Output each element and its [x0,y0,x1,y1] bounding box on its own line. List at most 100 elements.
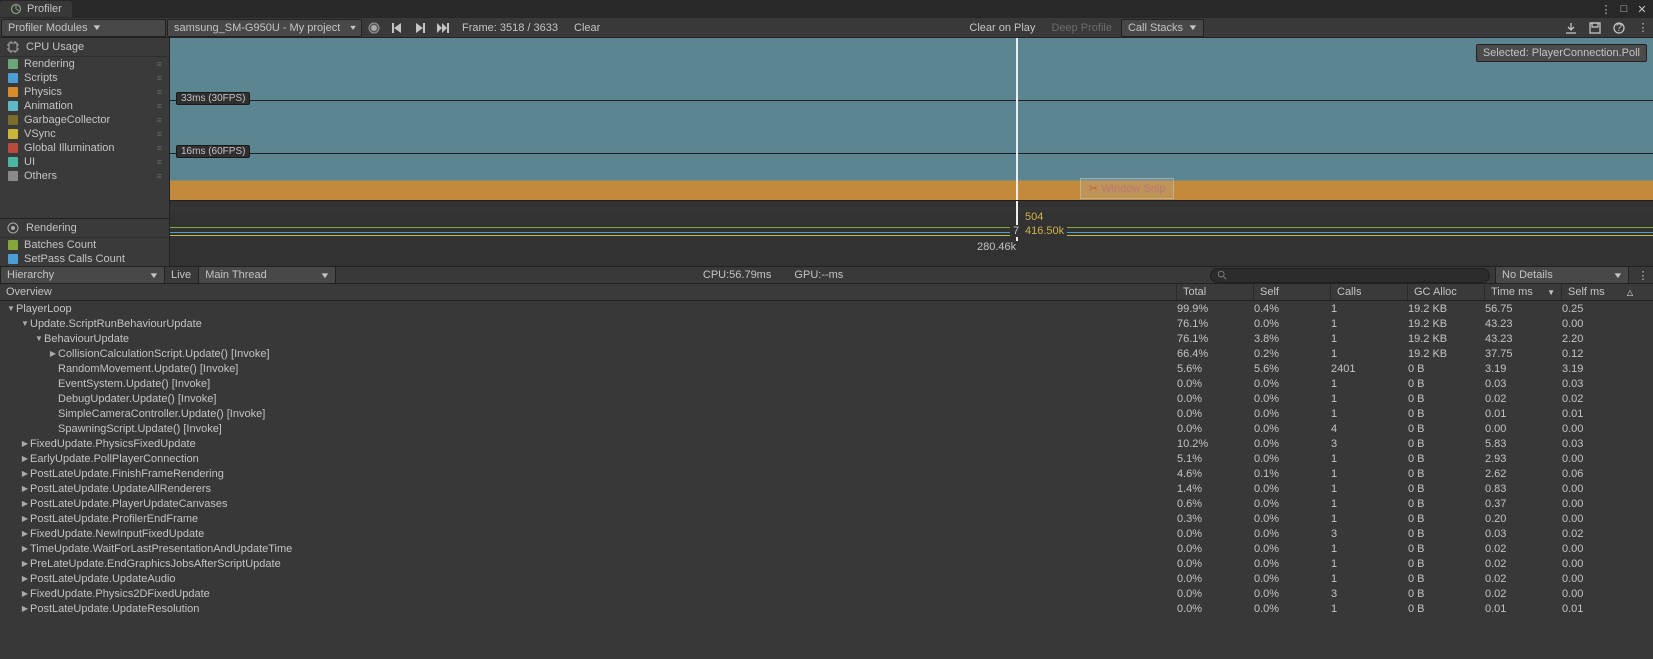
legend-others[interactable]: Others≡ [0,169,169,183]
rendering-module-header[interactable]: Rendering [0,218,169,238]
col-gcalloc[interactable]: GC Alloc [1408,284,1485,300]
thread-dropdown[interactable]: Main Thread▼ [198,266,336,284]
cell: 5.83 [1485,438,1562,450]
legend-ui[interactable]: UI≡ [0,155,169,169]
legend-garbagecollector[interactable]: GarbageCollector≡ [0,113,169,127]
table-row[interactable]: ▶PreLateUpdate.EndGraphicsJobsAfterScrip… [0,556,1653,571]
drag-handle-icon[interactable]: ≡ [157,157,161,167]
tab-profiler[interactable]: Profiler [0,1,72,17]
playhead[interactable] [1016,38,1018,200]
drag-handle-icon[interactable]: ≡ [157,87,161,97]
expand-arrow-icon[interactable]: ▶ [20,499,30,508]
legend-global-illumination[interactable]: Global Illumination≡ [0,141,169,155]
search-input[interactable] [1210,268,1490,283]
table-row[interactable]: ▶PostLateUpdate.ProfilerEndFrame0.3%0.0%… [0,511,1653,526]
clear-on-play-toggle[interactable]: Clear on Play [961,22,1043,34]
details-dropdown[interactable]: No Details▼ [1495,266,1629,284]
window-menu-icon[interactable]: ⋮ [1599,2,1613,16]
table-row[interactable]: SimpleCameraController.Update() [Invoke]… [0,406,1653,421]
table-row[interactable]: ▶PostLateUpdate.PlayerUpdateCanvases0.6%… [0,496,1653,511]
expand-arrow-icon[interactable]: ▶ [48,349,58,358]
table-row[interactable]: ▶FixedUpdate.Physics2DFixedUpdate0.0%0.0… [0,586,1653,601]
cell: 0.0% [1177,423,1254,435]
drag-handle-icon[interactable]: ≡ [157,129,161,139]
expand-arrow-icon[interactable]: ▶ [20,514,30,523]
load-icon[interactable] [1561,19,1581,37]
table-row[interactable]: ▼PlayerLoop99.9%0.4%119.2 KB56.750.25 [0,301,1653,316]
expand-arrow-icon[interactable]: ▶ [20,589,30,598]
view-mode-dropdown[interactable]: Hierarchy▼ [0,266,165,284]
col-self[interactable]: Self [1254,284,1331,300]
expand-arrow-icon[interactable]: ▶ [20,544,30,553]
cell: 0 B [1408,513,1485,525]
table-row[interactable]: ▶FixedUpdate.NewInputFixedUpdate0.0%0.0%… [0,526,1653,541]
expand-arrow-icon[interactable]: ▶ [20,469,30,478]
call-stacks-dropdown[interactable]: Call Stacks▼ [1121,19,1204,37]
window-close-icon[interactable]: ✕ [1635,2,1649,16]
col-total[interactable]: Total [1177,284,1254,300]
context-menu-icon[interactable]: ⋮ [1633,19,1653,37]
cell: 0.02 [1485,573,1562,585]
table-row[interactable]: DebugUpdater.Update() [Invoke]0.0%0.0%10… [0,391,1653,406]
profiler-modules-dropdown[interactable]: Profiler Modules▼ [1,19,166,37]
drag-handle-icon[interactable]: ≡ [157,143,161,153]
table-row[interactable]: ▶EarlyUpdate.PollPlayerConnection5.1%0.0… [0,451,1653,466]
table-row[interactable]: EventSystem.Update() [Invoke]0.0%0.0%10 … [0,376,1653,391]
cell: 0.0% [1254,408,1331,420]
deep-profile-toggle[interactable]: Deep Profile [1043,22,1120,34]
table-row[interactable]: ▶CollisionCalculationScript.Update() [In… [0,346,1653,361]
table-row[interactable]: ▶PostLateUpdate.UpdateAllRenderers1.4%0.… [0,481,1653,496]
table-row[interactable]: ▶TimeUpdate.WaitForLastPresentationAndUp… [0,541,1653,556]
table-row[interactable]: RandomMovement.Update() [Invoke]5.6%5.6%… [0,361,1653,376]
live-toggle[interactable]: Live [165,269,197,281]
next-frame-button[interactable] [409,19,431,37]
legend-batches-count[interactable]: Batches Count [0,238,169,252]
expand-arrow-icon[interactable]: ▼ [20,319,30,328]
last-frame-button[interactable] [432,19,454,37]
table-row[interactable]: ▶PostLateUpdate.UpdateAudio0.0%0.0%10 B0… [0,571,1653,586]
table-row[interactable]: SpawningScript.Update() [Invoke]0.0%0.0%… [0,421,1653,436]
record-button[interactable] [363,19,385,37]
legend-scripts[interactable]: Scripts≡ [0,71,169,85]
expand-arrow-icon[interactable]: ▶ [20,559,30,568]
cpu-chart[interactable]: 33ms (30FPS) 16ms (60FPS) ✂ Window Snip … [170,38,1653,200]
expand-arrow-icon[interactable]: ▶ [20,454,30,463]
window-max-icon[interactable]: □ [1617,2,1631,16]
table-row[interactable]: ▼BehaviourUpdate76.1%3.8%119.2 KB43.232.… [0,331,1653,346]
legend-vsync[interactable]: VSync≡ [0,127,169,141]
playhead-render[interactable] [1016,201,1018,246]
cell: 0.83 [1485,483,1562,495]
drag-handle-icon[interactable]: ≡ [157,171,161,181]
col-selfms[interactable]: Self ms△ [1562,284,1639,300]
table-row[interactable]: ▶FixedUpdate.PhysicsFixedUpdate10.2%0.0%… [0,436,1653,451]
legend-rendering[interactable]: Rendering≡ [0,57,169,71]
drag-handle-icon[interactable]: ≡ [157,73,161,83]
rendering-chart[interactable]: 504 416.50k 280.46k 7 [170,200,1653,266]
expand-arrow-icon[interactable]: ▼ [34,334,44,343]
table-row[interactable]: ▶PostLateUpdate.UpdateResolution0.0%0.0%… [0,601,1653,616]
drag-handle-icon[interactable]: ≡ [157,59,161,69]
expand-arrow-icon[interactable]: ▶ [20,574,30,583]
detail-menu-icon[interactable]: ⋮ [1633,266,1653,284]
table-row[interactable]: ▶PostLateUpdate.FinishFrameRendering4.6%… [0,466,1653,481]
expand-arrow-icon[interactable]: ▶ [20,529,30,538]
legend-setpass-calls-count[interactable]: SetPass Calls Count [0,252,169,266]
legend-physics[interactable]: Physics≡ [0,85,169,99]
save-icon[interactable] [1585,19,1605,37]
expand-arrow-icon[interactable]: ▶ [20,484,30,493]
legend-animation[interactable]: Animation≡ [0,99,169,113]
col-calls[interactable]: Calls [1331,284,1408,300]
clear-button[interactable]: Clear [566,22,608,34]
col-overview[interactable]: Overview [0,284,1177,300]
prev-frame-button[interactable] [386,19,408,37]
expand-arrow-icon[interactable]: ▶ [20,604,30,613]
expand-arrow-icon[interactable]: ▼ [6,304,16,313]
target-dropdown[interactable]: samsung_SM-G950U - My project▾ [167,19,362,37]
help-icon[interactable]: ? [1609,19,1629,37]
expand-arrow-icon[interactable]: ▶ [20,439,30,448]
table-row[interactable]: ▼Update.ScriptRunBehaviourUpdate76.1%0.0… [0,316,1653,331]
drag-handle-icon[interactable]: ≡ [157,115,161,125]
cpu-module-header[interactable]: CPU Usage [0,38,169,57]
drag-handle-icon[interactable]: ≡ [157,101,161,111]
col-timems[interactable]: Time ms▼ [1485,284,1562,300]
